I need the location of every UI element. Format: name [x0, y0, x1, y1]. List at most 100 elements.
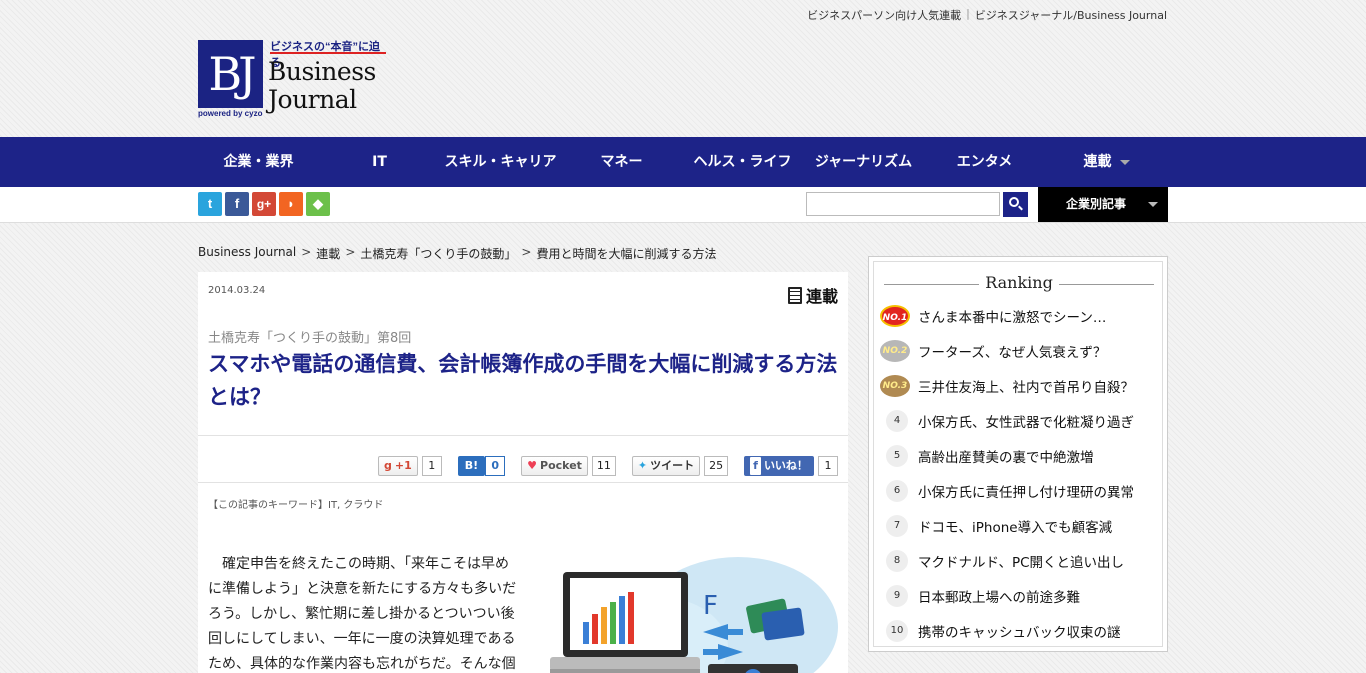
ranking-item-text: マクドナルド、PC開くと追い出し	[918, 554, 1125, 571]
divider	[198, 482, 848, 483]
googleplus-icon: g	[384, 459, 392, 472]
pocket-share[interactable]: ♥ Pocket 11	[521, 455, 616, 477]
breadcrumb-home[interactable]: Business Journal	[198, 245, 296, 262]
gplus-button[interactable]: g +1	[378, 456, 418, 476]
rank-number: 5	[886, 444, 908, 467]
ranking-item-text: フーターズ、なぜ人気衰えず？	[918, 344, 1107, 361]
tweet-share[interactable]: ✦ ツイート 25	[631, 455, 729, 477]
hatena-button[interactable]: B!	[457, 456, 486, 476]
breadcrumb-separator: >	[345, 245, 356, 259]
pocket-button[interactable]: ♥ Pocket	[521, 456, 588, 476]
gplus-share[interactable]: g +1 1	[378, 455, 442, 477]
ranking-item[interactable]: 6 小保方氏に責任押し付け理研の異常	[874, 473, 1164, 508]
nav-item-series[interactable]: 連載	[1045, 137, 1168, 187]
nav-item-money[interactable]: マネー	[561, 137, 682, 187]
ranking-item-text: 小保方氏、女性武器で化粧凝り過ぎ	[918, 414, 1134, 431]
breadcrumb-separator: >	[521, 245, 532, 259]
nav-item-label: マネー	[600, 154, 643, 170]
site-logo[interactable]: BJ powered by cyzo ビジネスの“本音”に迫る Business…	[198, 38, 388, 120]
breadcrumb-separator: >	[301, 245, 312, 259]
like-label: いいね！	[763, 459, 808, 472]
series-badge[interactable]: 連載	[787, 283, 838, 307]
series-badge-label: 連載	[805, 287, 838, 306]
search-icon-handle	[1018, 205, 1023, 211]
gold-medal-icon: NO.1	[880, 304, 910, 327]
company-articles-button[interactable]: 企業別記事	[1038, 187, 1168, 222]
hatena-count: 0	[485, 456, 506, 476]
nav-item-skill-career[interactable]: スキル・キャリア	[440, 137, 561, 187]
nav-item-label: ヘルス・ライフ	[693, 154, 792, 170]
gplus-count: 1	[421, 456, 442, 476]
googleplus-icon[interactable]: g+	[252, 192, 276, 216]
nav-item-health-life[interactable]: ヘルス・ライフ	[682, 137, 803, 187]
top-link-popular-series[interactable]: ビジネスパーソン向け人気連載	[807, 7, 961, 23]
nav-item-journalism[interactable]: ジャーナリズム	[803, 137, 924, 187]
article: 2014.03.24 連載 土橋克寿「つくり手の鼓動」第8回 スマホや電話の通信…	[198, 272, 848, 673]
share-buttons: g +1 1 B! 0 ♥ Pocket 11 ✦ ツイート 25 f いいね！ 1	[362, 455, 838, 477]
top-link-business-journal[interactable]: ビジネスジャーナル/Business Journal	[975, 7, 1167, 23]
logo-mark: BJ	[198, 40, 263, 108]
pocket-icon: ♥	[527, 459, 538, 472]
rank-number: 9	[886, 584, 908, 607]
nav-item-it[interactable]: IT	[319, 137, 440, 187]
rss-icon[interactable]: ◗	[279, 192, 303, 216]
divider	[198, 435, 848, 436]
nav-item-business[interactable]: 企業・業界	[198, 137, 319, 187]
nav-item-label: 連載	[1083, 154, 1112, 170]
hatena-icon: B!	[464, 459, 479, 472]
ranking-item[interactable]: 8 マクドナルド、PC開くと追い出し	[874, 543, 1164, 578]
nav-item-entertainment[interactable]: エンタメ	[924, 137, 1045, 187]
breadcrumb-author-series[interactable]: 土橋克寿「つくり手の鼓動」	[360, 245, 516, 262]
main-nav: 企業・業界 IT スキル・キャリア マネー ヘルス・ライフ ジャーナリズム エン…	[0, 137, 1366, 187]
ranking-item[interactable]: 10 携帯のキャッシュバック収束の謎	[874, 613, 1164, 648]
nav-item-label: ジャーナリズム	[814, 154, 913, 170]
ranking-item-text: 三井住友海上、社内で首吊り自殺？	[918, 379, 1134, 396]
tweet-button[interactable]: ✦ ツイート	[631, 456, 701, 476]
bronze-medal-icon: NO.3	[880, 374, 910, 397]
nav-item-label: 企業・業界	[223, 154, 294, 170]
site-header: ビジネスパーソン向け人気連載 | ビジネスジャーナル/Business Jour…	[0, 0, 1366, 137]
ranking-item-text: さんま本番中に激怒でシーン…	[918, 309, 1107, 326]
ranking-item[interactable]: 4 小保方氏、女性武器で化粧凝り過ぎ	[874, 403, 1164, 438]
twitter-icon: ✦	[637, 459, 648, 472]
search-input[interactable]	[806, 192, 1000, 216]
ranking-item[interactable]: NO.3 三井住友海上、社内で首吊り自殺？	[874, 368, 1164, 403]
gplus-label: +1	[394, 459, 412, 472]
ranking-item-text: 高齢出産賛美の裏で中絶激増	[918, 449, 1094, 466]
like-button[interactable]: f いいね！	[744, 456, 814, 476]
document-icon	[787, 286, 802, 304]
company-articles-label: 企業別記事	[1066, 197, 1127, 211]
ranking-item-text: 日本郵政上場への前途多難	[918, 589, 1080, 606]
twitter-icon[interactable]: t	[198, 192, 222, 216]
nav-item-label: エンタメ	[956, 154, 1013, 170]
article-body: 確定申告を終えたこの時期、「来年こそは早めに準備しよう」と決意を新たにする方々も…	[208, 556, 517, 672]
ranking-item-text: 小保方氏に責任押し付け理研の異常	[918, 484, 1134, 501]
ranking-item-text: 携帯のキャッシュバック収束の謎	[918, 624, 1121, 641]
breadcrumb: Business Journal > 連載 > 土橋克寿「つくり手の鼓動」 > …	[198, 245, 716, 262]
ranking-item[interactable]: NO.1 さんま本番中に激怒でシーン…	[874, 298, 1164, 333]
search-button[interactable]	[1003, 192, 1028, 217]
pocket-count: 11	[591, 456, 616, 476]
ranking-item[interactable]: NO.2 フーターズ、なぜ人気衰えず？	[874, 333, 1164, 368]
tweet-label: ツイート	[650, 459, 695, 472]
like-share[interactable]: f いいね！ 1	[744, 455, 838, 477]
logo-tagline-underline	[270, 52, 386, 54]
top-links: ビジネスパーソン向け人気連載 | ビジネスジャーナル/Business Jour…	[807, 7, 1167, 23]
article-date: 2014.03.24	[208, 285, 266, 296]
facebook-icon[interactable]: f	[225, 192, 249, 216]
ranking-widget: Ranking NO.1 さんま本番中に激怒でシーン… NO.2 フーターズ、なぜ人…	[868, 256, 1168, 652]
article-keywords: 【この記事のキーワード】IT, クラウド	[208, 500, 384, 511]
breadcrumb-series[interactable]: 連載	[316, 245, 340, 262]
rank-number: 10	[886, 619, 908, 642]
ranking-item[interactable]: 7 ドコモ、iPhone導入でも顧客減	[874, 508, 1164, 543]
ranking-item[interactable]: 5 高齢出産賛美の裏で中絶激増	[874, 438, 1164, 473]
ranking-list: NO.1 さんま本番中に激怒でシーン… NO.2 フーターズ、なぜ人気衰えず？ NO…	[874, 298, 1164, 648]
top-link-separator: |	[966, 7, 970, 20]
feedly-icon[interactable]: ◆	[306, 192, 330, 216]
ranking-title: Ranking	[874, 273, 1164, 292]
hatena-share[interactable]: B! 0	[457, 455, 506, 477]
article-title: スマホや電話の通信費、会計帳簿作成の手間を大幅に削減する方法とは？	[208, 352, 838, 409]
svg-text:F: F	[703, 591, 718, 621]
ranking-item[interactable]: 9 日本郵政上場への前途多難	[874, 578, 1164, 613]
facebook-icon: f	[750, 457, 761, 475]
